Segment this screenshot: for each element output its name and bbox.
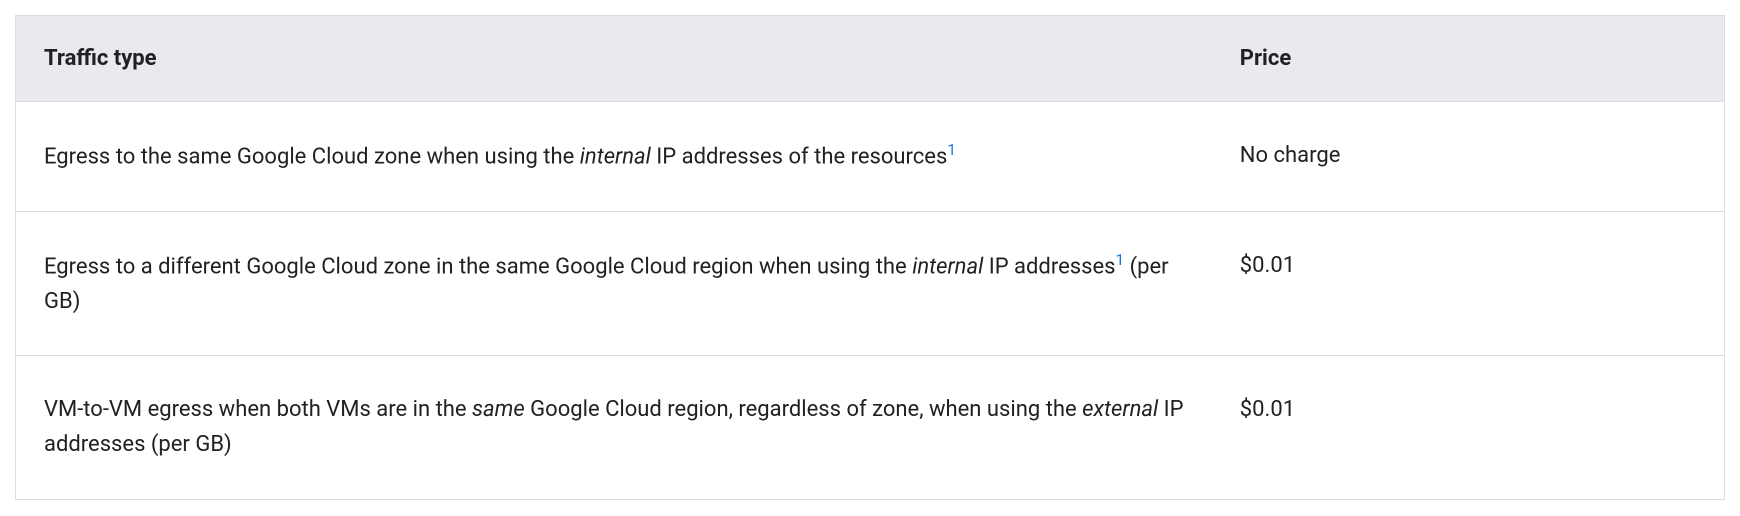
traffic-text-italic: internal: [580, 144, 651, 169]
traffic-text-post: IP addresses: [983, 254, 1115, 279]
table-row: Egress to a different Google Cloud zone …: [16, 211, 1725, 356]
traffic-type-cell: Egress to the same Google Cloud zone whe…: [16, 102, 1212, 212]
table-row: VM-to-VM egress when both VMs are in the…: [16, 356, 1725, 499]
traffic-text-pre: Egress to a different Google Cloud zone …: [44, 254, 912, 279]
table-header: Traffic type Price: [16, 16, 1725, 102]
traffic-type-cell: VM-to-VM egress when both VMs are in the…: [16, 356, 1212, 499]
footnote-link[interactable]: 1: [1116, 251, 1125, 269]
price-cell: $0.01: [1212, 356, 1725, 499]
footnote-link[interactable]: 1: [947, 141, 956, 159]
traffic-text-pre: VM-to-VM egress when both VMs are in the: [44, 397, 472, 422]
traffic-text-post: IP addresses of the resources: [651, 144, 947, 169]
traffic-type-cell: Egress to a different Google Cloud zone …: [16, 211, 1212, 356]
pricing-table: Traffic type Price Egress to the same Go…: [15, 15, 1725, 500]
header-price: Price: [1212, 16, 1725, 102]
traffic-text-post: Google Cloud region, regardless of zone,…: [525, 397, 1082, 422]
traffic-text-italic: internal: [912, 254, 983, 279]
traffic-text-italic2: external: [1082, 397, 1158, 422]
price-cell: $0.01: [1212, 211, 1725, 356]
traffic-text-pre: Egress to the same Google Cloud zone whe…: [44, 144, 580, 169]
header-traffic-type: Traffic type: [16, 16, 1212, 102]
table-row: Egress to the same Google Cloud zone whe…: [16, 102, 1725, 212]
price-cell: No charge: [1212, 102, 1725, 212]
traffic-text-italic: same: [472, 397, 525, 422]
